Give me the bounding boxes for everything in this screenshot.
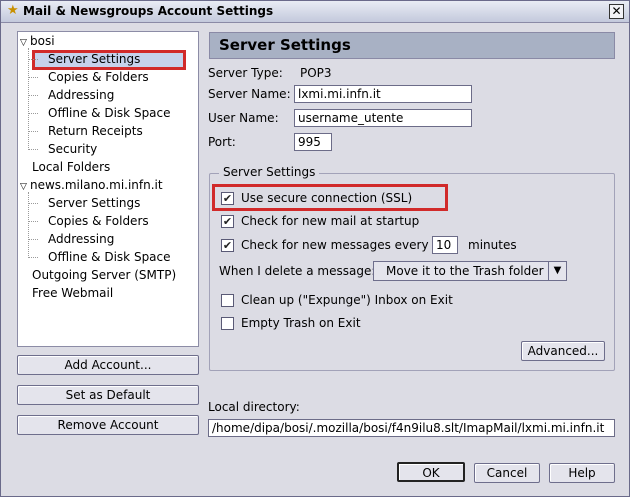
ssl-label: Use secure connection (SSL) bbox=[241, 191, 413, 205]
ok-button[interactable]: OK bbox=[397, 462, 465, 482]
tree-item-addressing[interactable]: Addressing bbox=[48, 87, 114, 103]
user-name-label: User Name: bbox=[208, 111, 279, 125]
expand-triangle-icon[interactable]: ▽ bbox=[20, 179, 30, 195]
check-every-checkbox[interactable]: ✔ bbox=[221, 239, 234, 252]
tree-item-news-offline-disk[interactable]: Offline & Disk Space bbox=[48, 249, 171, 265]
tree-account-bosi[interactable]: ▽ bosi bbox=[20, 33, 55, 49]
server-type-value: POP3 bbox=[300, 66, 332, 80]
cleanup-label: Clean up ("Expunge") Inbox on Exit bbox=[241, 293, 453, 307]
minutes-label: minutes bbox=[468, 238, 517, 252]
help-button[interactable]: Help bbox=[549, 463, 615, 483]
close-button[interactable]: ✕ bbox=[609, 4, 624, 19]
check-startup-checkbox[interactable]: ✔ bbox=[221, 215, 234, 228]
remove-account-button[interactable]: Remove Account bbox=[17, 415, 199, 435]
check-startup-label: Check for new mail at startup bbox=[241, 214, 420, 228]
tree-item-news-addressing[interactable]: Addressing bbox=[48, 231, 114, 247]
check-interval-field[interactable]: 10 bbox=[432, 236, 458, 254]
tree-item-server-settings[interactable]: Server Settings bbox=[48, 51, 140, 67]
window-title: Mail & Newsgroups Account Settings bbox=[23, 4, 274, 18]
user-name-field[interactable]: username_utente bbox=[294, 109, 472, 127]
tree-account-news[interactable]: ▽ news.milano.mi.infn.it bbox=[20, 177, 163, 193]
account-settings-window: ★ Mail & Newsgroups Account Settings ✕ ▽… bbox=[0, 0, 630, 497]
group-title: Server Settings bbox=[219, 165, 320, 179]
chevron-down-icon[interactable]: ▼ bbox=[548, 262, 566, 280]
tree-account-local-folders[interactable]: Local Folders bbox=[32, 159, 110, 175]
empty-trash-checkbox[interactable] bbox=[221, 317, 234, 330]
tree-item-news-server-settings[interactable]: Server Settings bbox=[48, 195, 140, 211]
server-type-label: Server Type: bbox=[208, 66, 283, 80]
tree-account-free-webmail[interactable]: Free Webmail bbox=[32, 285, 113, 301]
account-tree: ▽ bosi Server Settings Copies & Folders A… bbox=[17, 31, 199, 347]
cleanup-checkbox[interactable] bbox=[221, 294, 234, 307]
delete-message-label: When I delete a message: bbox=[219, 264, 376, 278]
tree-item-return-receipts[interactable]: Return Receipts bbox=[48, 123, 143, 139]
tree-account-smtp[interactable]: Outgoing Server (SMTP) bbox=[32, 267, 176, 283]
check-every-label: Check for new messages every bbox=[241, 238, 429, 252]
expand-triangle-icon[interactable]: ▽ bbox=[20, 35, 30, 51]
tree-item-offline-disk[interactable]: Offline & Disk Space bbox=[48, 105, 171, 121]
port-label: Port: bbox=[208, 135, 236, 149]
set-default-button[interactable]: Set as Default bbox=[17, 385, 199, 405]
add-account-button[interactable]: Add Account... bbox=[17, 355, 199, 375]
tree-item-security[interactable]: Security bbox=[48, 141, 97, 157]
tree-item-news-copies-folders[interactable]: Copies & Folders bbox=[48, 213, 149, 229]
title-bar: ★ Mail & Newsgroups Account Settings ✕ bbox=[1, 1, 629, 23]
page-title: Server Settings bbox=[209, 32, 615, 59]
tree-connector bbox=[28, 48, 29, 148]
tree-connector bbox=[28, 192, 29, 256]
app-star-icon: ★ bbox=[7, 3, 19, 18]
delete-action-select[interactable]: Move it to the Trash folder ▼ bbox=[373, 261, 567, 281]
delete-action-value: Move it to the Trash folder bbox=[386, 264, 544, 278]
advanced-button[interactable]: Advanced... bbox=[521, 341, 605, 361]
server-name-label: Server Name: bbox=[208, 87, 291, 101]
tree-item-copies-folders[interactable]: Copies & Folders bbox=[48, 69, 149, 85]
cancel-button[interactable]: Cancel bbox=[474, 463, 540, 483]
empty-trash-label: Empty Trash on Exit bbox=[241, 316, 361, 330]
ssl-checkbox[interactable]: ✔ bbox=[221, 192, 234, 205]
local-directory-field[interactable]: /home/dipa/bosi/.mozilla/bosi/f4n9ilu8.s… bbox=[208, 419, 615, 437]
port-field[interactable]: 995 bbox=[294, 133, 332, 151]
local-directory-label: Local directory: bbox=[208, 400, 300, 414]
server-name-field[interactable]: lxmi.mi.infn.it bbox=[294, 85, 472, 103]
